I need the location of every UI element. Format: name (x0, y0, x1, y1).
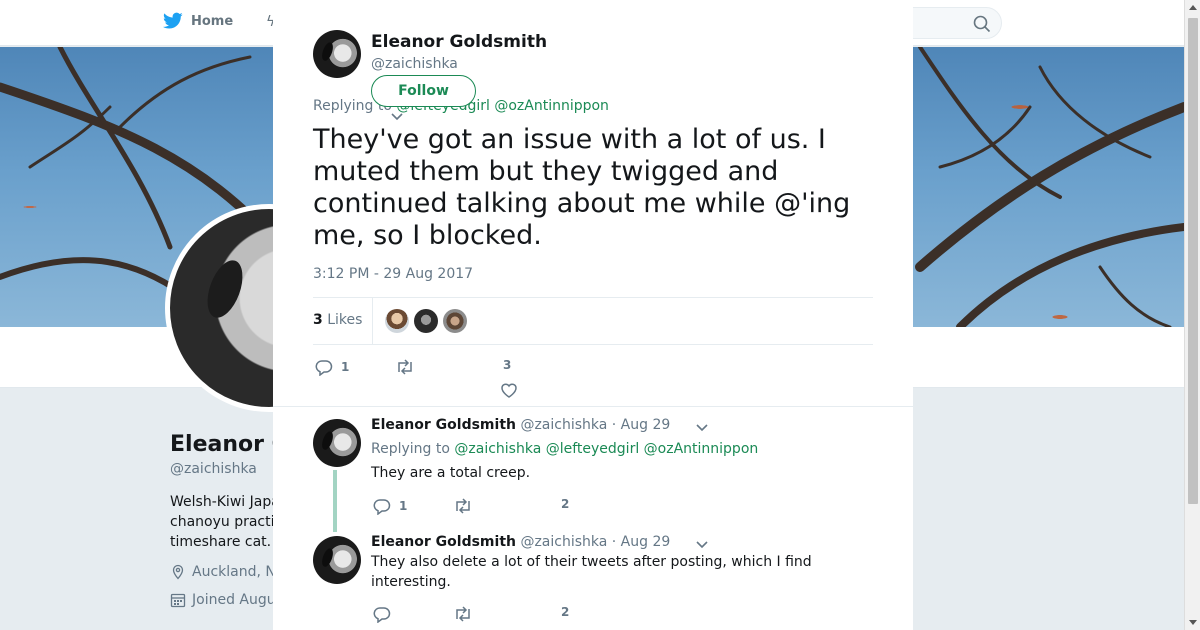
like-button[interactable]: 2 (561, 605, 569, 619)
reply-icon (315, 360, 333, 376)
profile-bio-line: Welsh-Kiwi Japa (170, 494, 280, 510)
reply-icon (373, 607, 391, 623)
tweet-text: They've got an issue with a lot of us. I… (313, 124, 851, 251)
profile-handle: @zaichishka (170, 461, 257, 477)
retweet-icon (456, 606, 470, 622)
thread-connector-line (333, 470, 337, 532)
reply-icon (373, 499, 391, 515)
home-nav-label: Home (191, 13, 234, 29)
reply-count: 1 (399, 499, 408, 513)
liker-avatar[interactable] (414, 309, 438, 333)
reply-text: They also delete a lot of their tweets a… (371, 554, 812, 590)
liker-avatar[interactable] (385, 309, 409, 333)
reply-count: 1 (341, 360, 350, 374)
reply-button[interactable]: 1 (373, 497, 407, 515)
twitter-bird-icon (163, 12, 183, 29)
reply-text: They are a total creep. (371, 465, 531, 481)
profile-joined-label: Joined Augu (192, 592, 276, 608)
reply-button[interactable] (373, 605, 399, 623)
profile-bio-line: timeshare cat. (170, 534, 272, 550)
retweet-button[interactable] (453, 497, 473, 515)
retweet-icon (456, 498, 470, 514)
like-count-number: 3 (503, 358, 512, 372)
tweet-actions: 1 3 (313, 356, 873, 398)
replying-to-mentions[interactable]: @zaichishka @lefteyedgirl @ozAntinnippon (454, 441, 758, 457)
tweet-permalink-modal: Eleanor Goldsmith @zaichishka Replying t… (273, 0, 913, 630)
likes-count-label: Likes (327, 312, 363, 328)
scrollbar-thumb[interactable] (1188, 18, 1198, 504)
replying-to-prefix: Replying to (371, 441, 450, 457)
retweet-button[interactable] (395, 358, 423, 376)
reply-author-handle[interactable]: @zaichishka (520, 534, 607, 550)
like-count: 3 (503, 358, 511, 372)
likes-summary: 3 Likes (313, 297, 873, 345)
tweet-author-handle[interactable]: @zaichishka (371, 56, 458, 72)
profile-name: Eleanor G (170, 432, 290, 457)
likes-divider (372, 298, 373, 345)
liker-avatar[interactable] (443, 309, 467, 333)
scroll-down-arrow[interactable] (1189, 620, 1197, 625)
scroll-up-arrow[interactable] (1189, 5, 1197, 10)
reply-author-avatar[interactable] (313, 536, 361, 584)
home-nav-link[interactable]: Home (163, 12, 233, 30)
search-icon (973, 15, 991, 33)
profile-location-label: Auckland, N (192, 564, 276, 580)
tweet-timestamp[interactable]: 3:12 PM - 29 Aug 2017 (313, 266, 473, 282)
reply-replying-to: Replying to @zaichishka @lefteyedgirl @o… (371, 441, 758, 457)
like-count: 2 (561, 497, 570, 511)
tweet-author-avatar[interactable] (313, 30, 361, 78)
chevron-down-icon[interactable] (695, 540, 709, 550)
follow-button[interactable]: Follow (371, 75, 476, 107)
likes-count[interactable]: 3 Likes (313, 312, 362, 328)
page-scrollbar[interactable] (1184, 0, 1200, 630)
chevron-down-icon[interactable] (695, 423, 709, 433)
location-pin-icon (172, 564, 184, 580)
chevron-down-icon[interactable] (390, 112, 404, 122)
conversation-divider (273, 406, 913, 407)
retweet-icon (398, 359, 412, 375)
profile-bio-line: chanoyu practi (170, 514, 275, 530)
reply-date[interactable]: · Aug 29 (612, 534, 671, 550)
calendar-icon (170, 593, 186, 608)
close-icon[interactable] (1153, 11, 1179, 37)
like-button[interactable]: 2 (561, 497, 569, 511)
reply-button[interactable]: 1 (315, 358, 349, 376)
reply-author-name[interactable]: Eleanor Goldsmith (371, 417, 516, 433)
likes-count-number: 3 (313, 312, 323, 328)
profile-bio: Welsh-Kiwi Japa chanoyu practi timeshare… (170, 492, 280, 552)
tweet-author-name[interactable]: Eleanor Goldsmith (371, 32, 547, 52)
profile-joined: Joined Augu (170, 592, 276, 608)
reply-author-handle[interactable]: @zaichishka (520, 417, 607, 433)
reply-date[interactable]: · Aug 29 (612, 417, 671, 433)
reply-author-name[interactable]: Eleanor Goldsmith (371, 534, 516, 550)
like-count: 2 (561, 605, 570, 619)
reply-header: Eleanor Goldsmith @zaichishka · Aug 29 (371, 534, 670, 550)
reply-header: Eleanor Goldsmith @zaichishka · Aug 29 (371, 417, 670, 433)
reply-author-avatar[interactable] (313, 419, 361, 467)
heart-icon[interactable] (500, 382, 518, 398)
retweet-button[interactable] (453, 605, 473, 623)
profile-location: Auckland, N (170, 564, 276, 580)
